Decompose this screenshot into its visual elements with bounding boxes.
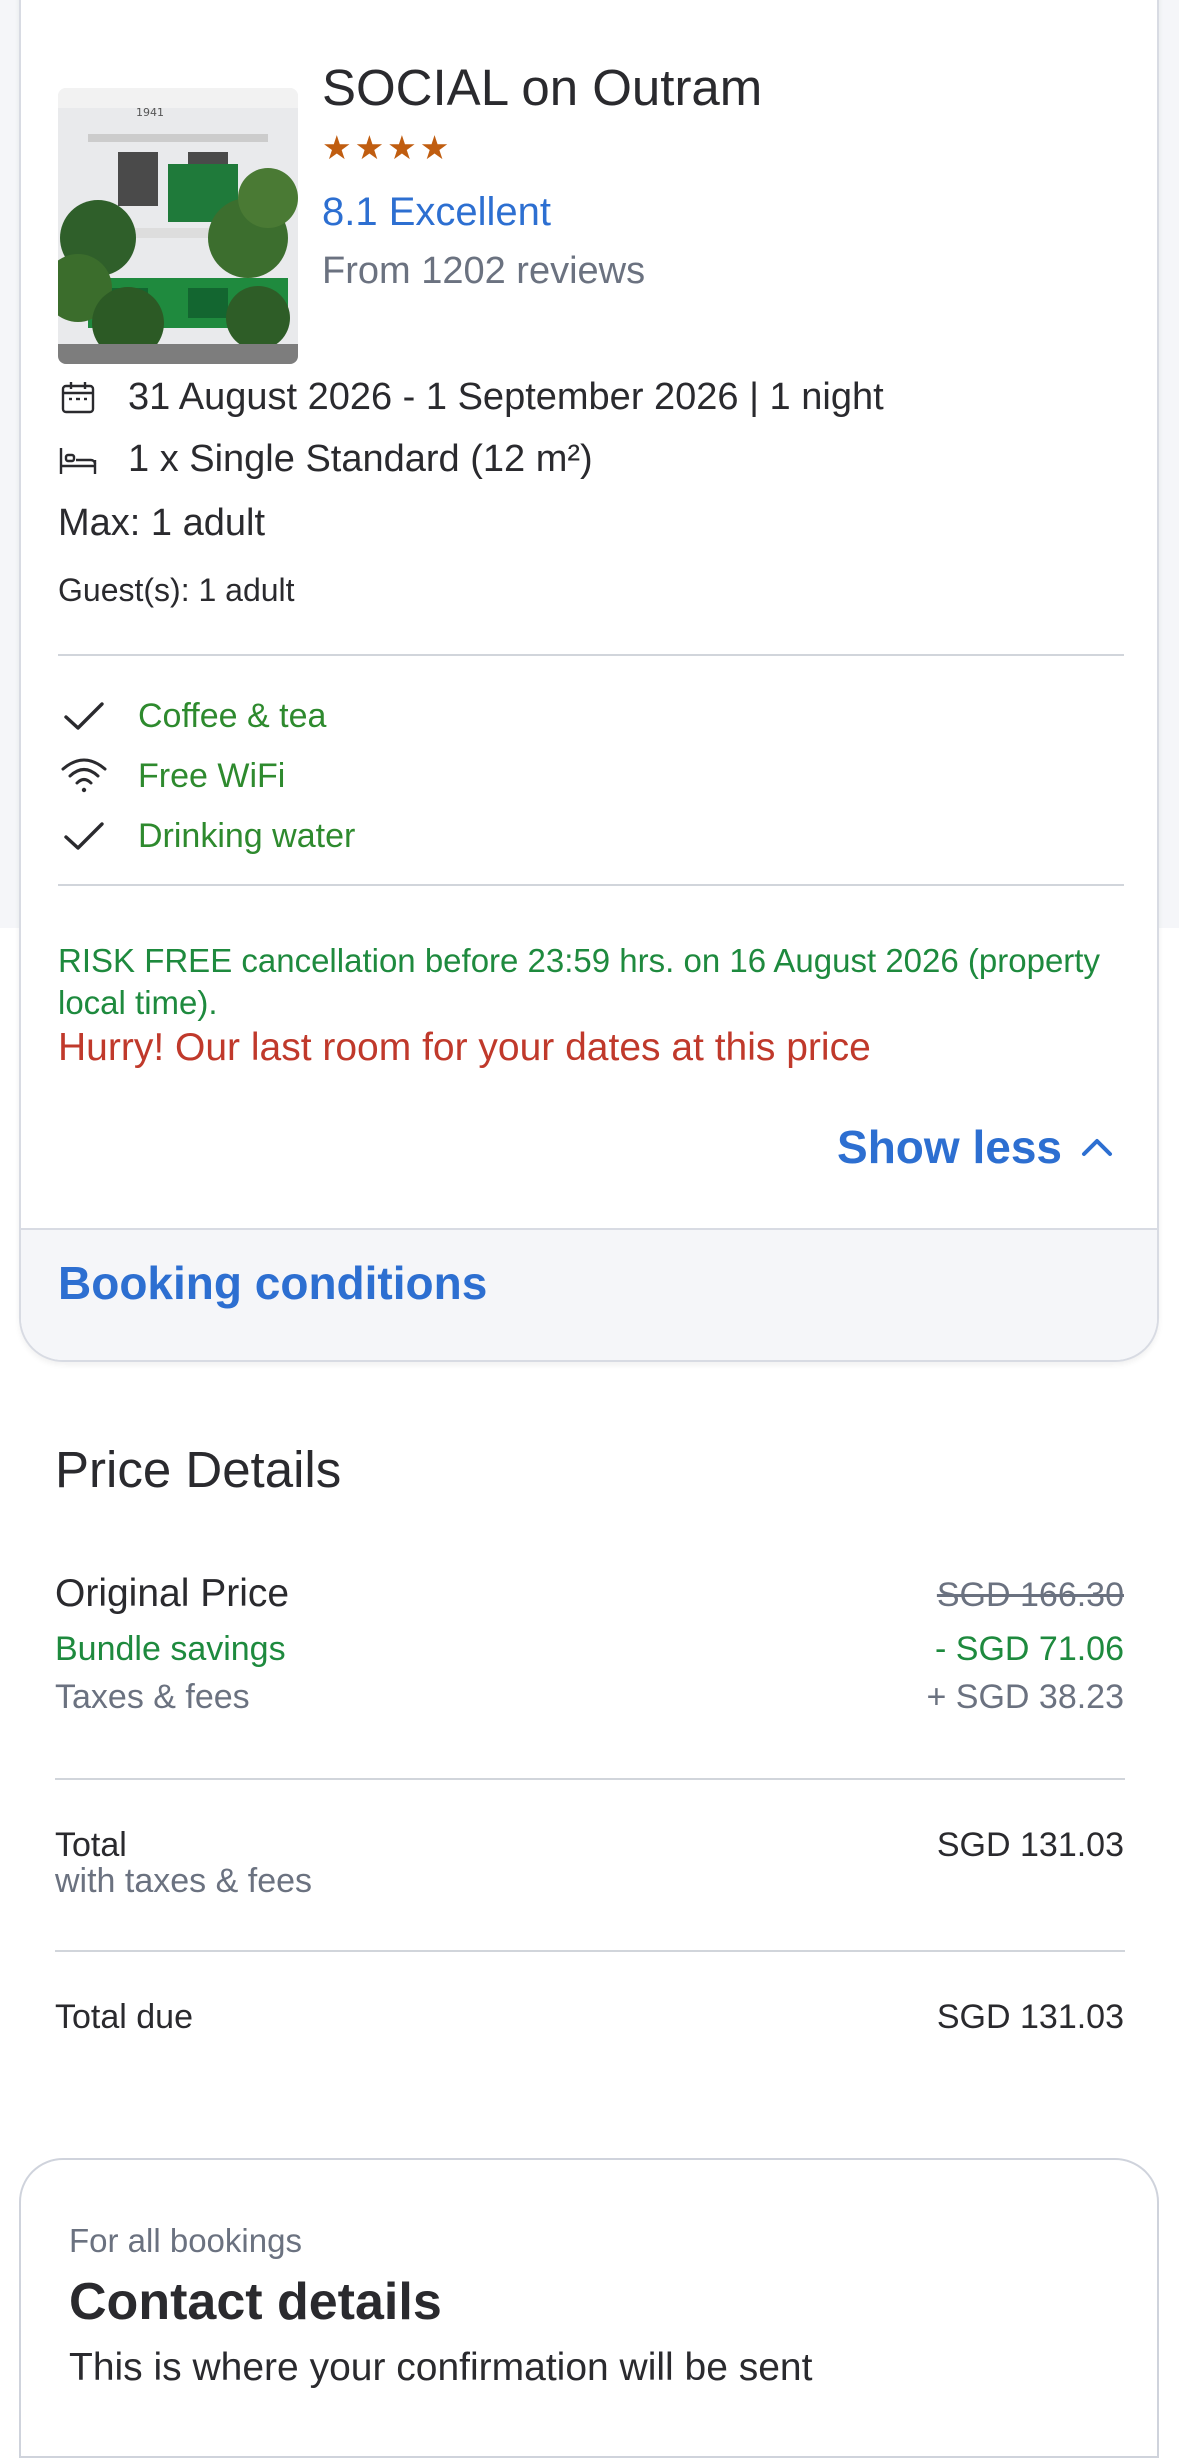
check-icon	[58, 814, 110, 858]
room-row: 1 x Single Standard (12 m²)	[58, 438, 593, 481]
contact-title: Contact details	[69, 2273, 442, 2331]
max-occupancy: Max: 1 adult	[58, 502, 265, 544]
amenity-label: Free WiFi	[138, 756, 286, 795]
wifi-icon	[58, 754, 110, 798]
review-score[interactable]: 8.1 Excellent	[322, 190, 551, 235]
booking-conditions-link[interactable]: Booking conditions	[58, 1256, 487, 1310]
price-details-title: Price Details	[55, 1441, 342, 1498]
total-due-label: Total due	[55, 1998, 193, 2036]
check-icon	[58, 694, 110, 738]
divider	[58, 654, 1124, 656]
contact-details-card: For all bookings Contact details This is…	[19, 2158, 1159, 2458]
hotel-photo: 1941	[58, 88, 298, 364]
contact-subtitle: This is where your confirmation will be …	[69, 2346, 813, 2389]
total-label: Total	[55, 1826, 127, 1864]
total-due-value: SGD 131.03	[936, 1998, 1124, 2036]
chevron-up-icon	[1080, 1136, 1114, 1158]
show-less-button[interactable]: Show less	[837, 1120, 1114, 1174]
total-value: SGD 131.03	[936, 1826, 1124, 1864]
urgency-notice: Hurry! Our last room for your dates at t…	[58, 1026, 871, 1069]
total-sublabel: with taxes & fees	[55, 1862, 313, 1900]
guest-count: Guest(s): 1 adult	[58, 572, 295, 608]
original-price-value: SGD 166.30	[936, 1576, 1124, 1614]
star-rating: ★★★★	[322, 129, 453, 166]
cancellation-notice: RISK FREE cancellation before 23:59 hrs.…	[58, 942, 1100, 1021]
stay-dates-row: 31 August 2026 - 1 September 2026 | 1 ni…	[58, 376, 884, 419]
hotel-summary-card: 1941 SOCIAL on Outram ★★★★ 8.1 Excellent…	[19, 0, 1159, 1362]
bundle-savings-value: - SGD 71.06	[935, 1630, 1124, 1668]
divider	[55, 1778, 1125, 1780]
taxes-fees-value: + SGD 38.23	[926, 1678, 1124, 1716]
show-less-label: Show less	[837, 1121, 1062, 1173]
review-count: From 1202 reviews	[322, 250, 646, 292]
amenity-item: Coffee & tea	[58, 694, 326, 738]
amenity-label: Drinking water	[138, 816, 356, 855]
amenity-label: Coffee & tea	[138, 696, 327, 735]
original-price-label: Original Price	[55, 1572, 290, 1615]
taxes-fees-label: Taxes & fees	[55, 1678, 250, 1716]
amenity-item: Drinking water	[58, 814, 355, 858]
hotel-name: SOCIAL on Outram	[322, 59, 763, 116]
bundle-savings-label: Bundle savings	[55, 1630, 286, 1668]
room-type: 1 x Single Standard (12 m²)	[128, 438, 593, 480]
divider	[58, 884, 1124, 886]
contact-eyebrow: For all bookings	[69, 2222, 302, 2259]
stay-dates: 31 August 2026 - 1 September 2026 | 1 ni…	[128, 376, 884, 418]
svg-text:1941: 1941	[136, 106, 164, 119]
calendar-icon	[58, 378, 98, 418]
amenity-item: Free WiFi	[58, 754, 285, 798]
divider	[55, 1950, 1125, 1952]
bed-icon	[58, 440, 98, 480]
booking-conditions-bar[interactable]: Booking conditions	[21, 1228, 1157, 1360]
